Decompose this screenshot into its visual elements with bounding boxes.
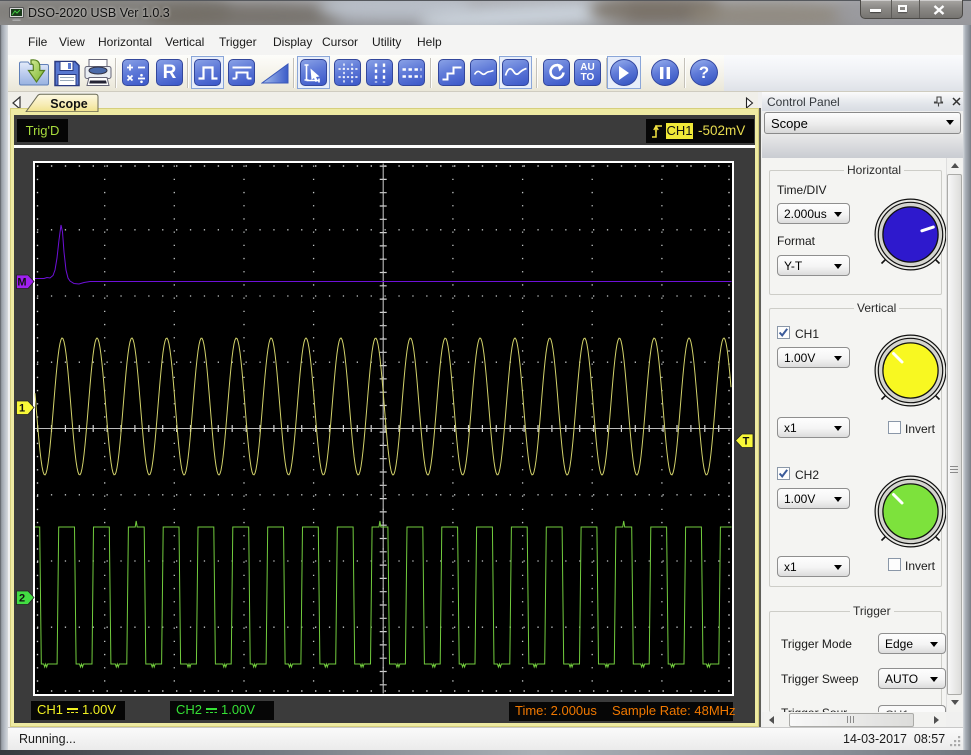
svg-text:2: 2 xyxy=(19,592,25,604)
svg-text:1: 1 xyxy=(19,402,25,414)
svg-text:T: T xyxy=(742,435,749,447)
svg-text:M: M xyxy=(17,276,26,288)
svg-text:Scope: Scope xyxy=(50,96,88,110)
